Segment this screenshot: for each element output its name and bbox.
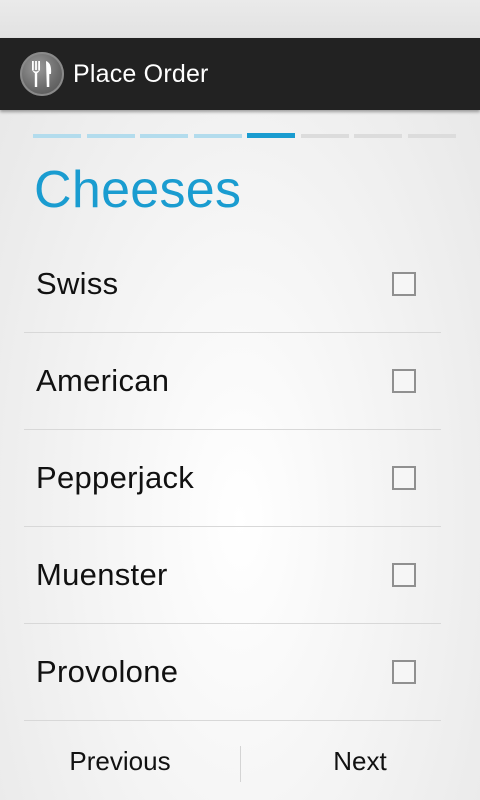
app-title: Place Order xyxy=(73,59,209,88)
option-label: Provolone xyxy=(36,654,179,689)
option-checkbox[interactable] xyxy=(392,563,416,587)
option-label: Pepperjack xyxy=(36,460,195,495)
list-item[interactable]: Pepperjack xyxy=(24,430,441,527)
fork-knife-icon[interactable] xyxy=(20,52,64,96)
page-title: Cheeses xyxy=(34,161,242,219)
option-checkbox[interactable] xyxy=(392,272,416,296)
option-label: Swiss xyxy=(36,266,119,301)
progress-step-done xyxy=(193,134,242,138)
wizard-nav-bar: Previous Next xyxy=(0,722,480,800)
option-label: Muenster xyxy=(36,557,168,592)
progress-step-upcoming xyxy=(300,134,349,138)
next-button[interactable]: Next xyxy=(240,722,480,800)
list-item[interactable]: American xyxy=(24,333,441,430)
option-checkbox[interactable] xyxy=(392,369,416,393)
option-checkbox[interactable] xyxy=(392,466,416,490)
option-label: American xyxy=(36,363,170,398)
list-item[interactable]: Provolone xyxy=(24,624,441,721)
list-item[interactable]: Swiss xyxy=(24,236,441,333)
progress-step-upcoming xyxy=(407,134,456,138)
option-checkbox[interactable] xyxy=(392,660,416,684)
previous-button[interactable]: Previous xyxy=(0,722,240,800)
progress-step-done xyxy=(86,134,135,138)
progress-step-done xyxy=(33,134,81,138)
status-bar xyxy=(0,0,480,38)
progress-step-upcoming xyxy=(354,134,403,138)
action-bar: Place Order xyxy=(0,38,480,110)
cheese-list: Swiss American Pepperjack Muenster Provo… xyxy=(24,236,441,721)
wizard-progress xyxy=(33,133,456,139)
progress-step-current xyxy=(247,133,296,138)
nav-divider xyxy=(240,746,241,782)
progress-step-done xyxy=(140,134,189,138)
list-item[interactable]: Muenster xyxy=(24,527,441,624)
